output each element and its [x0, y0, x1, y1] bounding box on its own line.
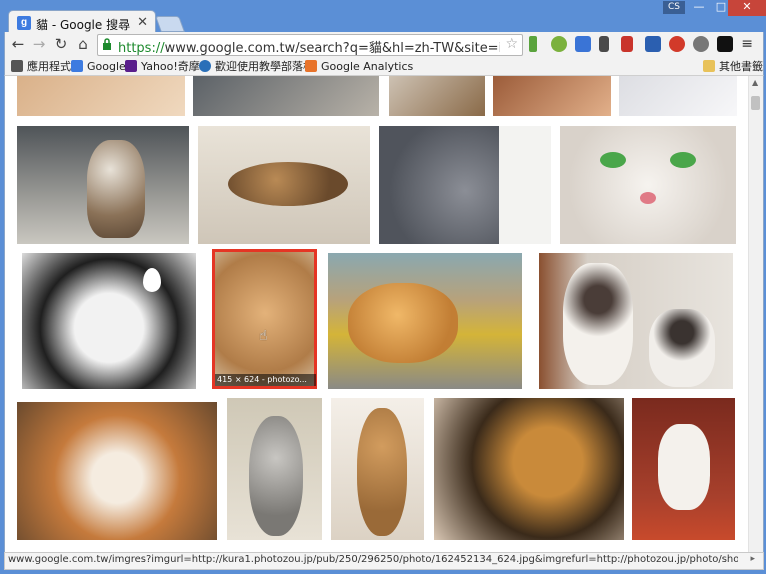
lock-icon [103, 38, 111, 50]
reload-button[interactable]: ↻ [52, 35, 70, 53]
image-result[interactable] [389, 76, 485, 116]
forward-button[interactable]: → [30, 35, 48, 53]
extension-green-icon[interactable] [551, 36, 567, 52]
water-drop [143, 268, 161, 292]
url-text[interactable]: https://www.google.com.tw/search?q=貓&hl=… [118, 37, 500, 56]
image-result[interactable] [193, 76, 379, 116]
extension-tool-icon[interactable] [599, 36, 609, 52]
scrollbar[interactable]: ▲ [748, 76, 763, 552]
extension-globe-icon[interactable] [693, 36, 709, 52]
extension-android-icon[interactable] [529, 36, 537, 52]
image-result[interactable] [493, 76, 611, 116]
bookmarks-bar: 應用程式 Google Yahoo!奇摩 歡迎使用教學部落格 Google An… [4, 58, 764, 76]
close-window-button[interactable]: ✕ [728, 0, 766, 16]
image-result[interactable] [17, 402, 217, 540]
folder-icon [703, 60, 715, 72]
image-result[interactable] [227, 398, 322, 540]
home-button[interactable]: ⌂ [74, 35, 92, 53]
image-result[interactable] [379, 126, 551, 244]
new-tab-button[interactable] [155, 16, 185, 32]
image-result[interactable] [22, 253, 196, 389]
bookmark-other[interactable]: 其他書籤 [703, 59, 763, 74]
browser-window: g 貓 - Google 搜尋 ✕ CS — □ ✕ ← → ↻ ⌂ https… [0, 0, 766, 574]
image-result[interactable] [17, 126, 189, 244]
bookmark-star-icon[interactable]: ☆ [505, 36, 518, 52]
bookmark-google[interactable]: Google [71, 59, 126, 74]
yahoo-icon [125, 60, 137, 72]
url-path: www.google.com.tw/search?q=貓&hl=zh-TW&si… [164, 41, 500, 56]
extension-red-icon[interactable] [621, 36, 633, 52]
tab-close-icon[interactable]: ✕ [137, 15, 148, 30]
status-bar: www.google.com.tw/imgres?imgurl=http://k… [4, 552, 764, 570]
image-result[interactable] [539, 253, 733, 389]
address-bar[interactable]: https://www.google.com.tw/search?q=貓&hl=… [97, 34, 523, 56]
image-result[interactable] [328, 253, 522, 389]
scroll-up-arrow-icon[interactable]: ▲ [752, 78, 758, 87]
image-results: 415 × 624 - photozo... ☝ ▲ [4, 76, 764, 552]
image-size-caption: 415 × 624 - photozo... [215, 374, 316, 386]
google-favicon-icon: g [17, 16, 31, 30]
hand-cursor-icon: ☝ [259, 328, 268, 344]
bookmark-apps[interactable]: 應用程式 [11, 59, 71, 74]
google-icon [71, 60, 83, 72]
image-result[interactable] [619, 76, 737, 116]
bookmark-analytics[interactable]: Google Analytics [305, 59, 413, 74]
apps-icon [11, 60, 23, 72]
user-badge[interactable]: CS [663, 1, 685, 14]
tab-strip: g 貓 - Google 搜尋 ✕ CS — □ ✕ [0, 0, 766, 35]
image-result[interactable] [434, 398, 624, 540]
image-result[interactable] [17, 76, 185, 116]
blog-icon [199, 60, 211, 72]
tab-title: 貓 - Google 搜尋 [36, 18, 131, 32]
back-button[interactable]: ← [9, 35, 27, 53]
status-url: www.google.com.tw/imgres?imgurl=http://k… [8, 554, 738, 565]
extension-new-icon[interactable] [645, 36, 661, 52]
analytics-icon [305, 60, 317, 72]
image-result[interactable] [331, 398, 424, 540]
chrome-menu-icon[interactable]: ≡ [741, 36, 753, 52]
extension-translate-icon[interactable] [575, 36, 591, 52]
scrollbar-thumb[interactable] [751, 96, 760, 110]
url-scheme: https:// [118, 41, 165, 56]
extension-black-icon[interactable] [717, 36, 733, 52]
image-result[interactable] [632, 398, 735, 540]
bookmark-blog[interactable]: 歡迎使用教學部落格 [199, 59, 314, 74]
selected-image-highlight[interactable]: 415 × 624 - photozo... [212, 249, 317, 389]
extension-opera-icon[interactable] [669, 36, 685, 52]
image-result[interactable] [560, 126, 736, 244]
bookmark-yahoo[interactable]: Yahoo!奇摩 [125, 59, 200, 74]
image-result[interactable] [198, 126, 370, 244]
status-arrow-icon: ▸ [750, 554, 755, 564]
toolbar: ← → ↻ ⌂ https://www.google.com.tw/search… [4, 32, 764, 58]
